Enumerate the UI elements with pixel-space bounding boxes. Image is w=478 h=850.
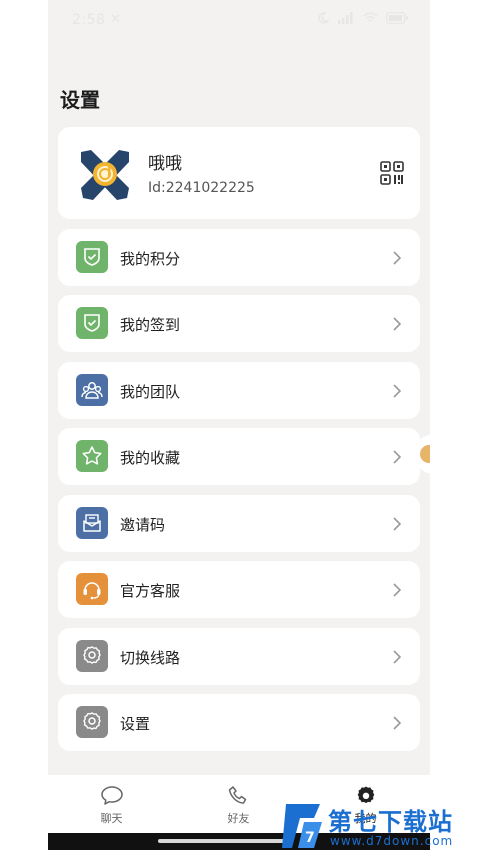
menu-item-invite-code[interactable]: 邀请码 xyxy=(58,495,420,552)
team-icon xyxy=(76,374,108,406)
menu-label: 我的收藏 xyxy=(120,449,181,467)
chevron-right-icon xyxy=(393,583,402,597)
chevron-right-icon xyxy=(393,450,402,464)
menu-item-customer-service[interactable]: 官方客服 xyxy=(58,561,420,618)
phone-screen: 2:58 ✕ 设置 哦哦 Id:2241022225 我的积分 我的签到 我的团… xyxy=(48,0,430,850)
status-bar: 2:58 ✕ xyxy=(48,0,430,40)
wifi-icon xyxy=(363,12,378,22)
menu-label: 切换线路 xyxy=(120,649,181,667)
menu-item-favorites[interactable]: 我的收藏 xyxy=(58,428,420,485)
watermark-logo: 7 xyxy=(282,804,322,848)
avatar xyxy=(81,150,129,200)
moon-icon xyxy=(318,12,329,24)
phone-icon xyxy=(228,786,247,804)
assistant-icon xyxy=(420,445,430,463)
battery-icon xyxy=(386,12,408,24)
watermark-text: 第七下载站 xyxy=(328,808,453,836)
menu-item-team[interactable]: 我的团队 xyxy=(58,362,420,419)
shield-check-icon xyxy=(76,241,108,273)
menu-item-settings[interactable]: 设置 xyxy=(58,694,420,751)
headset-icon xyxy=(76,573,108,605)
notification-icon: ✕ xyxy=(110,12,121,27)
qr-code-icon[interactable] xyxy=(380,161,404,185)
chevron-right-icon xyxy=(393,517,402,531)
page-title: 设置 xyxy=(60,88,100,112)
menu-label: 官方客服 xyxy=(120,582,181,600)
profile-card[interactable]: 哦哦 Id:2241022225 xyxy=(58,127,420,219)
chevron-right-icon xyxy=(393,716,402,730)
menu-item-switch-line[interactable]: 切换线路 xyxy=(58,628,420,685)
chevron-right-icon xyxy=(393,650,402,664)
envelope-icon xyxy=(76,507,108,539)
chevron-right-icon xyxy=(393,317,402,331)
tab-label: 聊天 xyxy=(100,812,123,825)
tab-chat[interactable]: 聊天 xyxy=(48,775,175,833)
chat-icon xyxy=(101,786,123,805)
gear-icon xyxy=(76,706,108,738)
svg-text:7: 7 xyxy=(305,830,315,846)
status-time: 2:58 xyxy=(72,12,106,28)
watermark-url: www.d7down.com xyxy=(330,834,454,848)
menu-item-points[interactable]: 我的积分 xyxy=(58,229,420,286)
home-indicator[interactable] xyxy=(158,839,292,843)
status-icons xyxy=(317,12,408,24)
menu-label: 我的团队 xyxy=(120,383,181,401)
chevron-right-icon xyxy=(393,251,402,265)
menu-label: 设置 xyxy=(120,715,151,733)
profile-name: 哦哦 xyxy=(148,154,182,174)
menu-label: 我的积分 xyxy=(120,250,181,268)
menu-label: 邀请码 xyxy=(120,516,166,534)
star-icon xyxy=(76,440,108,472)
menu-label: 我的签到 xyxy=(120,316,181,334)
chevron-right-icon xyxy=(393,384,402,398)
watermark: 7 第七下载站 www.d7down.com xyxy=(280,800,478,850)
shield-check-icon xyxy=(76,307,108,339)
profile-id: Id:2241022225 xyxy=(148,180,255,196)
gear-icon xyxy=(76,640,108,672)
menu-item-checkin[interactable]: 我的签到 xyxy=(58,295,420,352)
signal-icon xyxy=(338,12,353,24)
